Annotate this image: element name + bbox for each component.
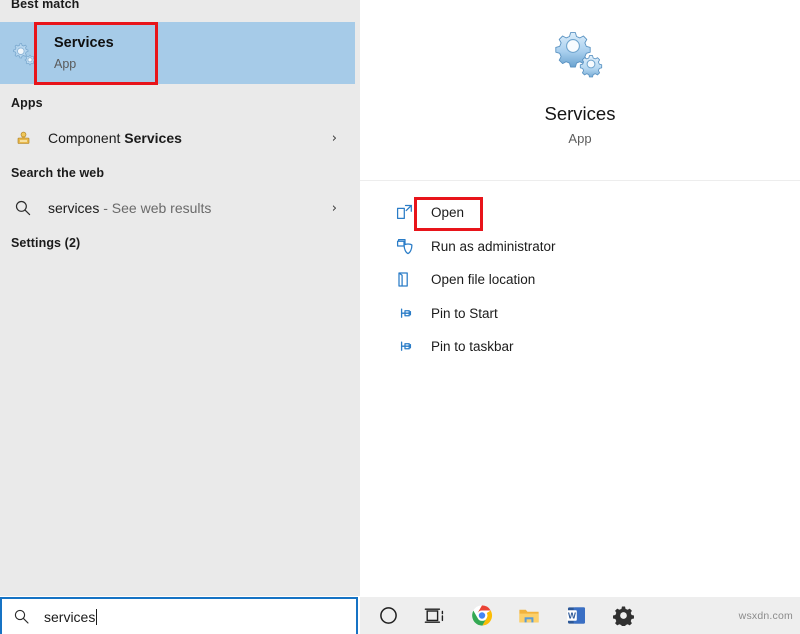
search-input-text: services: [44, 609, 95, 625]
action-label-open: Open: [431, 205, 464, 220]
result-label-component-services: Component Services: [48, 130, 182, 146]
action-open-file-location[interactable]: Open file location: [360, 263, 800, 297]
group-header-search-the-web: Search the web: [0, 166, 104, 180]
action-label-run-as-administrator: Run as administrator: [431, 239, 556, 254]
best-match-title: Services: [54, 34, 114, 53]
group-header-settings: Settings (2): [0, 236, 80, 250]
file-explorer-icon[interactable]: [518, 605, 540, 627]
search-icon: [12, 197, 34, 219]
settings-gear-icon[interactable]: [612, 605, 634, 627]
pin-icon: [393, 336, 415, 358]
svg-text:W: W: [568, 611, 576, 621]
search-icon: [13, 608, 30, 625]
app-detail-panel: Services App Open: [360, 0, 800, 596]
windows-search-overlay: Best match Services App: [0, 0, 800, 634]
taskbar: W wsxdn.com: [360, 597, 800, 634]
action-open[interactable]: Open: [360, 196, 800, 230]
web-result-query: services: [48, 200, 99, 216]
app-detail-title: Services: [545, 102, 616, 126]
app-detail-header: Services App: [360, 0, 800, 181]
services-gears-icon: [8, 37, 40, 69]
action-pin-to-start[interactable]: Pin to Start: [360, 297, 800, 331]
word-icon[interactable]: W: [565, 605, 587, 627]
component-services-icon: [12, 127, 34, 149]
search-input[interactable]: services: [0, 597, 358, 634]
action-label-pin-to-taskbar: Pin to taskbar: [431, 339, 514, 354]
web-result-suffix: - See web results: [99, 200, 211, 216]
group-header-apps: Apps: [0, 96, 43, 110]
result-row-web-search[interactable]: services - See web results ›: [0, 188, 355, 228]
app-detail-subtitle: App: [568, 131, 591, 146]
watermark-text: wsxdn.com: [739, 610, 793, 622]
action-run-as-administrator[interactable]: Run as administrator: [360, 230, 800, 264]
best-match-text-block: Services App: [54, 34, 114, 73]
chevron-right-icon[interactable]: ›: [332, 131, 337, 146]
folder-location-icon: [393, 269, 415, 291]
pin-icon: [393, 302, 415, 324]
result-label-prefix: Component: [48, 130, 124, 146]
text-caret: [96, 609, 97, 625]
chevron-right-icon[interactable]: ›: [332, 201, 337, 216]
shield-run-icon: [393, 235, 415, 257]
result-row-component-services[interactable]: Component Services ›: [0, 118, 355, 158]
action-pin-to-taskbar[interactable]: Pin to taskbar: [360, 330, 800, 364]
search-results-panel: Best match Services App: [0, 0, 360, 596]
best-match-subtitle: App: [54, 55, 114, 73]
action-label-open-file-location: Open file location: [431, 272, 535, 287]
cortana-circle-icon[interactable]: [377, 605, 399, 627]
open-window-icon: [393, 202, 415, 224]
app-actions-list: Open Run as administrator: [360, 196, 800, 364]
search-input-value: services: [44, 609, 97, 625]
group-header-best-match: Best match: [0, 0, 79, 11]
task-view-icon[interactable]: [424, 605, 446, 627]
chrome-icon[interactable]: [471, 605, 493, 627]
action-label-pin-to-start: Pin to Start: [431, 306, 498, 321]
result-label-web-search: services - See web results: [48, 200, 211, 216]
result-label-match: Services: [124, 130, 182, 146]
best-match-result-row[interactable]: Services App: [0, 22, 355, 84]
services-gears-icon: [552, 26, 608, 82]
